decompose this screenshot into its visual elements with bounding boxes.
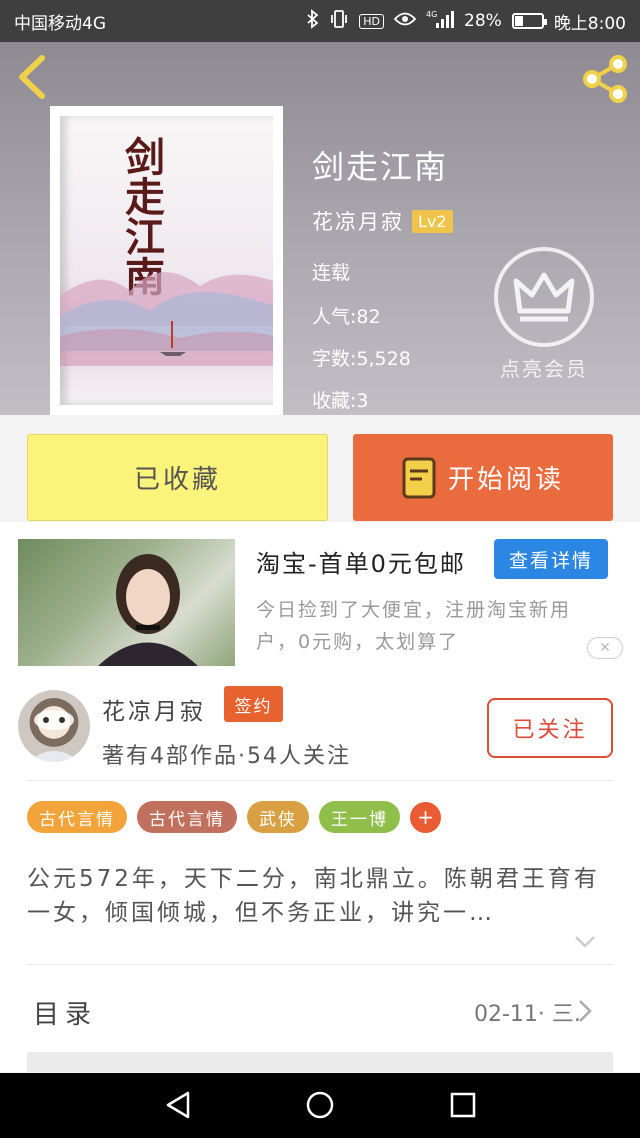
- avatar[interactable]: [18, 690, 90, 762]
- popularity: 人气:82: [312, 306, 381, 328]
- tag-chip[interactable]: 王一博: [319, 801, 400, 833]
- start-reading-button[interactable]: 开始阅读: [353, 434, 613, 521]
- collect-button[interactable]: 已收藏: [27, 434, 328, 521]
- author-name-label[interactable]: 花凉月寂: [102, 692, 206, 726]
- book-icon: [402, 457, 436, 498]
- author-row: 花凉月寂 Lv2: [312, 206, 453, 236]
- ad-title: 淘宝-首单0元包邮: [256, 550, 466, 578]
- author-name[interactable]: 花凉月寂: [312, 206, 404, 236]
- share-icon: [583, 55, 627, 103]
- author-stats: 著有4部作品·54人关注: [102, 744, 351, 769]
- back-button[interactable]: [14, 54, 54, 100]
- divider: [27, 780, 613, 781]
- favorites-count: 收藏:3: [312, 390, 369, 412]
- expand-chevron-icon[interactable]: [574, 934, 596, 953]
- book-title: 剑走江南: [312, 148, 449, 186]
- vip-button[interactable]: 点亮会员: [494, 247, 594, 382]
- signed-badge: 签约: [224, 686, 283, 722]
- ad-banner[interactable]: 淘宝-首单0元包邮 查看详情 今日捡到了大便宜，注册淘宝新用户，0元购，太划算了…: [0, 522, 640, 672]
- share-button[interactable]: [580, 54, 630, 104]
- bluetooth-icon: [307, 9, 319, 33]
- collect-button-label: 已收藏: [133, 465, 221, 495]
- tag-chip[interactable]: 古代言情: [137, 801, 237, 833]
- hd-icon: HD: [359, 13, 385, 29]
- ad-description: 今日捡到了大便宜，注册淘宝新用户，0元购，太划算了: [256, 599, 572, 653]
- carrier-label: 中国移动4G: [14, 13, 106, 34]
- divider: [27, 964, 613, 965]
- tag-list: 古代言情 古代言情 武侠 王一博 +: [27, 801, 441, 833]
- status-bar: 中国移动4G HD 4G 28% 晚上8:00: [0, 0, 640, 42]
- add-tag-button[interactable]: +: [410, 801, 441, 833]
- back-arrow-icon: [19, 55, 45, 99]
- author-section: 花凉月寂 签约 著有4部作品·54人关注 已关注 古代言情 古代言情 武侠 王一…: [0, 672, 640, 1072]
- word-count: 字数:5,528: [312, 348, 411, 370]
- nav-home-icon[interactable]: [305, 1090, 335, 1124]
- vip-label: 点亮会员: [500, 357, 588, 381]
- signal-icon: 4G: [426, 9, 455, 33]
- level-badge: Lv2: [412, 209, 453, 233]
- eye-icon: [393, 11, 417, 31]
- toc-update-info: 02-11· 三.: [474, 1002, 581, 1027]
- chevron-right-icon[interactable]: [578, 999, 592, 1027]
- vibrate-icon: [329, 9, 349, 33]
- synopsis[interactable]: 公元572年，天下二分，南北鼎立。陈朝君王育有一女，倾国倾城，但不务正业，讲究一…: [27, 862, 607, 930]
- nav-back-icon[interactable]: [163, 1090, 193, 1124]
- battery-fill: [514, 16, 523, 26]
- battery-icon: [511, 13, 547, 29]
- view-details-button[interactable]: 查看详情: [494, 539, 608, 579]
- battery-percent: 28%: [464, 11, 502, 31]
- section-strip: [27, 1052, 613, 1072]
- serial-status: 连载: [312, 262, 351, 284]
- follow-button[interactable]: 已关注: [487, 698, 613, 758]
- nav-recents-icon[interactable]: [448, 1090, 478, 1124]
- book-cover[interactable]: 剑走江南: [50, 106, 283, 415]
- cover-mountains-image: [60, 272, 273, 366]
- status-icons: HD 4G 28% 晚上8:00: [307, 9, 626, 34]
- system-nav-bar: [0, 1073, 640, 1138]
- clock: 晚上8:00: [553, 13, 626, 34]
- ad-image[interactable]: [18, 539, 235, 666]
- close-icon[interactable]: ✕: [587, 637, 623, 659]
- start-reading-label: 开始阅读: [447, 465, 564, 495]
- crown-icon: [494, 247, 594, 347]
- tag-chip[interactable]: 古代言情: [27, 801, 127, 833]
- toc-label[interactable]: 目录: [33, 994, 97, 1031]
- cover-artwork: 剑走江南: [60, 116, 273, 405]
- book-header: 剑走江南 剑走江南 花凉月寂 Lv2 连载 人气:82 字数:5,528 收藏:…: [0, 42, 640, 415]
- network-type-label: 4G: [426, 10, 437, 19]
- tag-chip[interactable]: 武侠: [247, 801, 309, 833]
